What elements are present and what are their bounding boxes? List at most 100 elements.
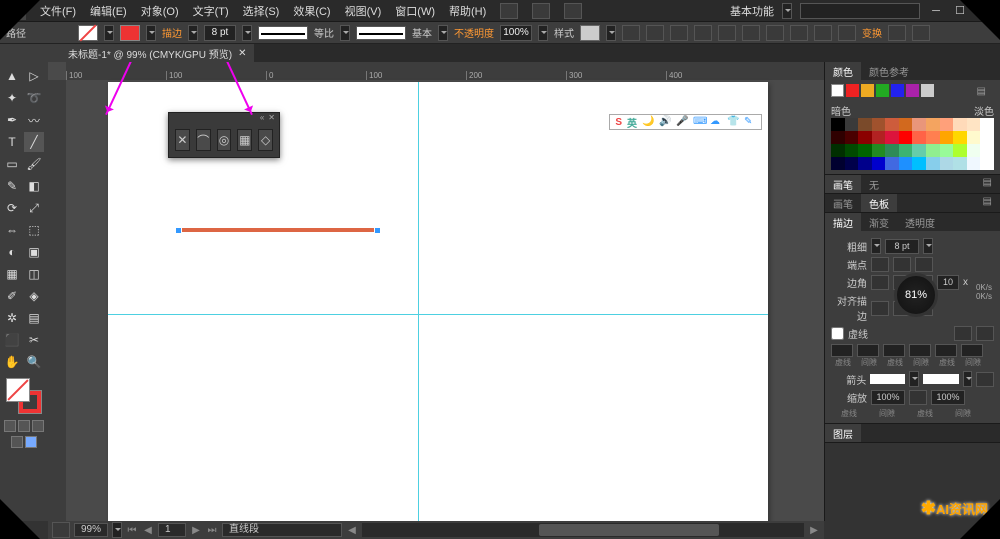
mesh-tool[interactable]: ▦ — [2, 264, 22, 284]
arrowhead-end[interactable] — [923, 374, 958, 384]
color-chip[interactable] — [858, 157, 872, 170]
opacity-input[interactable]: 100% — [500, 25, 532, 41]
color-chip[interactable] — [980, 157, 994, 170]
panel-menu-icon[interactable]: ▤ — [969, 84, 994, 99]
hand-tool[interactable]: ✋ — [2, 352, 22, 372]
fill-stroke-indicator[interactable] — [6, 378, 42, 414]
profile-preview[interactable] — [258, 26, 308, 40]
artboard-tool[interactable]: ⬛ — [2, 330, 22, 350]
prev-page[interactable]: ◀ — [142, 525, 154, 536]
style-swatch[interactable] — [580, 25, 600, 41]
document-tab[interactable]: 未标题-1* @ 99% (CMYK/GPU 预览) ✕ — [60, 44, 254, 62]
vertical-guide[interactable] — [418, 82, 419, 521]
ime-keyboard-icon[interactable]: ⌨ — [693, 116, 705, 128]
gpu-icon[interactable] — [52, 522, 70, 538]
lasso-tool[interactable]: ➰ — [24, 88, 44, 108]
color-chip[interactable] — [845, 157, 859, 170]
color-chip[interactable] — [980, 131, 994, 144]
weight-dd-2[interactable] — [923, 238, 933, 254]
swap-arrows[interactable] — [976, 372, 994, 387]
tab-stroke[interactable]: 描边 — [825, 213, 861, 231]
gradient-mode[interactable] — [18, 420, 30, 432]
dash-input[interactable] — [935, 344, 957, 357]
swatch-gray[interactable] — [921, 84, 934, 97]
color-chip[interactable] — [912, 118, 926, 131]
color-chip[interactable] — [967, 157, 981, 170]
stroke-dropdown[interactable] — [146, 25, 156, 41]
line-segment-tool[interactable]: ╱ — [24, 132, 44, 152]
arrange-icon[interactable] — [564, 3, 582, 19]
artboard[interactable]: «✕ ✕ ⌒ ◎ ▦ ◇ S 英 🌙 🔊 🎤 ⌨ — [108, 82, 768, 521]
eraser-tool[interactable]: ◧ — [24, 176, 44, 196]
arrow-start-dd[interactable] — [909, 371, 919, 387]
pencil-tool[interactable]: ✎ — [2, 176, 22, 196]
color-chip[interactable] — [967, 144, 981, 157]
stroke-swatch[interactable] — [120, 25, 140, 41]
fill-swatch[interactable] — [78, 25, 98, 41]
dash-input[interactable] — [857, 344, 879, 357]
color-swatch-grid[interactable] — [831, 118, 994, 170]
screen-mode-full[interactable] — [25, 436, 37, 448]
ime-moon-icon[interactable]: 🌙 — [642, 116, 654, 128]
page-input[interactable]: 1 — [158, 523, 186, 537]
dash-input[interactable] — [831, 344, 853, 357]
gradient-tool[interactable]: ◫ — [24, 264, 44, 284]
workspace-label[interactable]: 基本功能 — [730, 3, 774, 19]
color-chip[interactable] — [858, 118, 872, 131]
color-chip[interactable] — [899, 157, 913, 170]
color-chip[interactable] — [885, 157, 899, 170]
dash-input[interactable] — [883, 344, 905, 357]
limit-input[interactable]: 10 — [937, 275, 959, 290]
menu-select[interactable]: 选择(S) — [243, 3, 280, 19]
tab-gradient[interactable]: 渐变 — [861, 213, 897, 231]
cap-round[interactable] — [893, 257, 911, 272]
panel-menu-icon-2[interactable]: ▤ — [975, 175, 1000, 193]
opacity-dd[interactable] — [538, 25, 548, 41]
swatch-blue[interactable] — [891, 84, 904, 97]
ime-skin-icon[interactable]: 👕 — [727, 116, 739, 128]
first-page[interactable]: ⏮ — [126, 525, 138, 536]
line-tool-icon[interactable]: ✕ — [175, 129, 190, 151]
scrollbar-thumb[interactable] — [539, 524, 719, 536]
column-graph-tool[interactable]: ▤ — [24, 308, 44, 328]
dash-input[interactable] — [909, 344, 931, 357]
stock-icon[interactable] — [532, 3, 550, 19]
menu-type[interactable]: 文字(T) — [193, 3, 229, 19]
color-chip[interactable] — [872, 157, 886, 170]
none-mode[interactable] — [32, 420, 44, 432]
color-chip[interactable] — [926, 144, 940, 157]
weight-dd[interactable] — [242, 25, 252, 41]
ime-pen-icon[interactable]: ✎ — [744, 116, 756, 128]
color-chip[interactable] — [926, 118, 940, 131]
scale-b-input[interactable]: 100% — [931, 390, 965, 405]
rectangle-tool[interactable]: ▭ — [2, 154, 22, 174]
isolate-icon[interactable] — [742, 25, 760, 41]
minimize-button[interactable]: ─ — [928, 4, 944, 18]
zoom-level[interactable]: 99% — [74, 523, 108, 537]
color-chip[interactable] — [912, 144, 926, 157]
direct-selection-tool[interactable]: ▷ — [24, 66, 44, 86]
swatch-red[interactable] — [846, 84, 859, 97]
align-v-icon[interactable] — [814, 25, 832, 41]
color-chip[interactable] — [953, 157, 967, 170]
color-chip[interactable] — [940, 118, 954, 131]
dist-icon[interactable] — [838, 25, 856, 41]
menu-edit[interactable]: 编辑(E) — [90, 3, 127, 19]
color-chip[interactable] — [940, 131, 954, 144]
shape-builder-icon[interactable] — [718, 25, 736, 41]
weight-stepper[interactable] — [871, 238, 881, 254]
bridge-icon[interactable] — [500, 3, 518, 19]
stroke-label[interactable]: 描边 — [162, 25, 182, 40]
curvature-tool[interactable]: 〰 — [24, 110, 44, 130]
paintbrush-tool[interactable]: 🖌 — [24, 154, 44, 174]
swatch-purple[interactable] — [906, 84, 919, 97]
color-chip[interactable] — [845, 118, 859, 131]
cap-butt[interactable] — [871, 257, 889, 272]
profile-dd[interactable] — [340, 25, 350, 41]
dash-input[interactable] — [961, 344, 983, 357]
pen-tool[interactable]: ✒ — [2, 110, 22, 130]
color-chip[interactable] — [912, 131, 926, 144]
swatch-green[interactable] — [876, 84, 889, 97]
menu-object[interactable]: 对象(O) — [141, 3, 179, 19]
align-top-icon[interactable] — [646, 25, 664, 41]
